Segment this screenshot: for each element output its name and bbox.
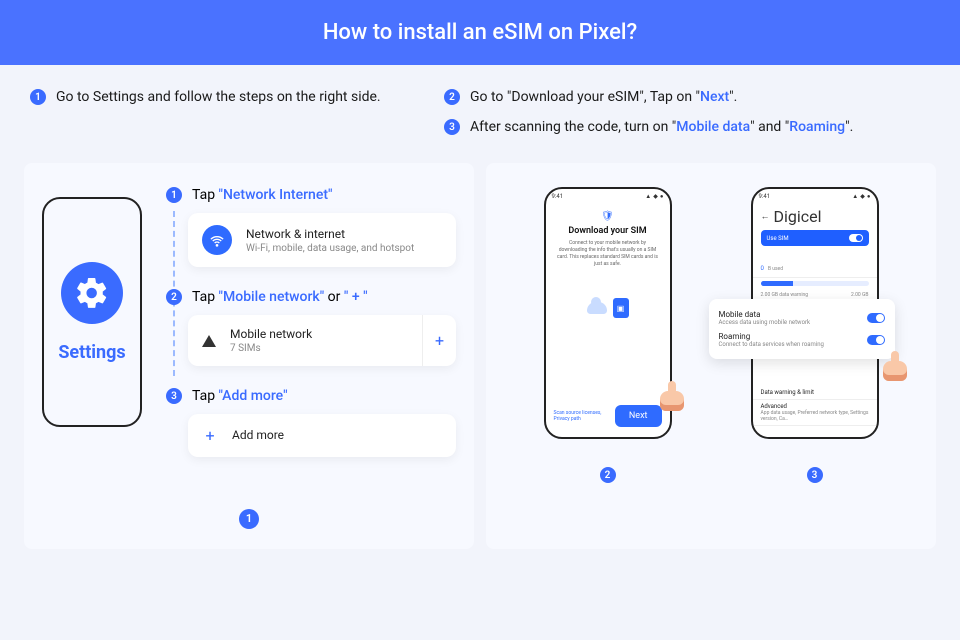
card-footer-badge-2: 2 [600, 467, 616, 483]
settings-label: Settings [58, 342, 125, 363]
roaming-row[interactable]: Roaming Connect to data services when ro… [719, 329, 885, 351]
instruction-1-text: Go to Settings and follow the steps on t… [56, 89, 381, 105]
card-footer-badge-1: 1 [239, 509, 259, 529]
plus-button[interactable]: + [422, 315, 456, 366]
status-icons-2: ▲◆● [852, 193, 870, 200]
mobile-data-toggle[interactable] [867, 313, 885, 323]
dl-desc: Connect to your mobile network by downlo… [556, 240, 660, 268]
mobile-data-row[interactable]: Mobile data Access data using mobile net… [719, 307, 885, 329]
status-time-2: 9:41 [759, 193, 771, 200]
privacy-link[interactable]: Scan source licenses, Privacy path [554, 410, 615, 422]
instruction-1: 1 Go to Settings and follow the steps on… [30, 89, 444, 105]
badge-1: 1 [30, 89, 46, 105]
add-more-tile[interactable]: + Add more [188, 414, 456, 457]
shield-icon: 🛡 [556, 211, 660, 222]
data-warning-row[interactable]: Data warning & limit [753, 386, 877, 400]
card-footer-badge-3: 3 [807, 467, 823, 483]
step-badge-1: 1 [166, 187, 182, 203]
plus-icon: + [202, 426, 218, 445]
step-network-internet: 1 Tap "Network Internet" Network & inter… [166, 187, 456, 267]
hand-pointer-icon-2 [881, 351, 909, 385]
page-title: How to install an eSIM on Pixel? [0, 0, 960, 65]
step-badge-3: 3 [166, 388, 182, 404]
signal-icon [202, 335, 216, 347]
toggle-icon[interactable] [849, 234, 863, 242]
next-button[interactable]: Next [615, 405, 662, 427]
network-internet-tile[interactable]: Network & internet Wi-Fi, mobile, data u… [188, 213, 456, 267]
instruction-2-text: Go to "Download your eSIM", Tap on "Next… [470, 89, 737, 105]
step-add-more: 3 Tap "Add more" + Add more [166, 388, 456, 457]
card-left: Settings 1 Tap "Network Internet" Networ… [24, 163, 474, 549]
advanced-row[interactable]: Advanced App data usage, Preferred netwo… [753, 400, 877, 426]
dl-title: Download your SIM [556, 226, 660, 236]
status-icons: ▲◆● [645, 193, 663, 200]
phone-download-sim: 9:41 ▲◆● 🛡 Download your SIM Connect to … [544, 187, 672, 439]
roaming-toggle[interactable] [867, 335, 885, 345]
gear-icon [61, 262, 123, 324]
instruction-3-text: After scanning the code, turn on "Mobile… [470, 119, 853, 135]
wifi-icon [202, 225, 232, 255]
step-mobile-network: 2 Tap "Mobile network" or " + " Mobile n… [166, 289, 456, 366]
cloud-sim-graphic: ▣ [556, 298, 660, 318]
instruction-2: 2 Go to "Download your eSIM", Tap on "Ne… [444, 89, 930, 105]
back-icon[interactable]: ← [761, 211, 770, 222]
badge-3: 3 [444, 119, 460, 135]
step-badge-2: 2 [166, 289, 182, 305]
hand-pointer-icon [658, 381, 686, 415]
status-time: 9:41 [552, 193, 564, 200]
badge-2: 2 [444, 89, 460, 105]
use-sim-toggle-row[interactable]: Use SIM [761, 230, 869, 246]
cards-row: Settings 1 Tap "Network Internet" Networ… [0, 163, 960, 549]
carrier-label: Digicel [774, 207, 822, 226]
mobile-network-tile[interactable]: Mobile network 7 SIMs + [188, 315, 456, 366]
phone-settings: Settings [42, 197, 142, 427]
card-right: 9:41 ▲◆● 🛡 Download your SIM Connect to … [486, 163, 936, 549]
instructions-row: 1 Go to Settings and follow the steps on… [0, 65, 960, 163]
toggles-popup: Mobile data Access data using mobile net… [709, 299, 895, 359]
instruction-3: 3 After scanning the code, turn on "Mobi… [444, 119, 930, 135]
